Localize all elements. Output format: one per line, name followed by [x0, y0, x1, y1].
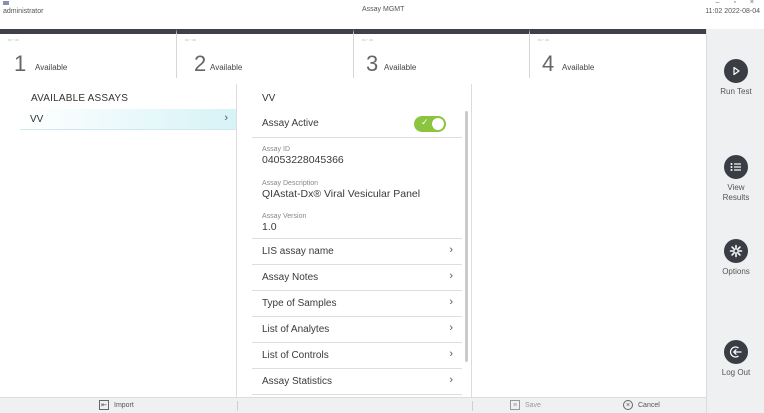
- chevron-right-icon: ›: [449, 374, 453, 386]
- view-results-button[interactable]: View Results: [707, 155, 764, 203]
- info-divider: [252, 213, 462, 239]
- module-number: 1: [14, 51, 27, 76]
- module-indicator-icon: ▭◦▭: [185, 37, 197, 42]
- row-label: Assay Statistics: [262, 376, 333, 387]
- module-3[interactable]: ▭◦▭ 3 Available: [354, 29, 530, 78]
- row-assay-notes[interactable]: Assay Notes ›: [252, 265, 462, 291]
- assay-item-name: VV: [30, 114, 44, 125]
- assay-detail-title: VV: [262, 93, 276, 104]
- module-indicator-icon: ▭◦▭: [8, 37, 20, 42]
- current-user: administrator: [3, 8, 44, 15]
- module-strip: ▭◦▭ 1 Available ▭◦▭ 2 Available ▭◦▭ 3 Av…: [0, 29, 706, 78]
- module-status: Available: [35, 63, 68, 72]
- assay-description-label: Assay Description: [262, 180, 319, 187]
- log-out-label: Log Out: [721, 368, 751, 377]
- row-list-of-analytes[interactable]: List of Analytes ›: [252, 317, 462, 343]
- list-icon: [724, 155, 748, 179]
- row-label: List of Analytes: [262, 324, 330, 335]
- row-label: Type of Samples: [262, 298, 337, 309]
- cancel-button[interactable]: × Cancel: [623, 400, 660, 410]
- row-type-of-samples[interactable]: Type of Samples ›: [252, 291, 462, 317]
- assay-active-label: Assay Active: [262, 118, 319, 129]
- play-icon: [724, 59, 748, 83]
- row-assay-statistics[interactable]: Assay Statistics ›: [252, 369, 462, 395]
- import-icon: ⇤: [99, 400, 109, 410]
- available-assays-title: AVAILABLE ASSAYS: [31, 93, 129, 104]
- chevron-right-icon: ›: [449, 348, 453, 360]
- save-button[interactable]: ≡ Save: [510, 400, 541, 410]
- module-status: Available: [210, 63, 243, 72]
- gear-icon: [724, 239, 748, 263]
- module-indicator-icon: ▭◦▭: [362, 37, 374, 42]
- detail-scrollbar[interactable]: [465, 111, 468, 362]
- toggle-knob: [432, 118, 444, 130]
- window-title: Assay MGMT: [362, 6, 405, 13]
- options-label: Options: [722, 267, 750, 276]
- module-1[interactable]: ▭◦▭ 1 Available: [0, 29, 177, 78]
- import-label: Import: [114, 401, 134, 409]
- cancel-label: Cancel: [638, 401, 660, 409]
- assay-description-value: QIAstat-Dx® Viral Vesicular Panel: [262, 188, 421, 200]
- cancel-icon: ×: [623, 400, 633, 410]
- module-number: 2: [194, 51, 207, 76]
- available-assays-pane: AVAILABLE ASSAYS VV ›: [0, 84, 237, 397]
- module-status: Available: [384, 63, 417, 72]
- footer-divider: [472, 401, 473, 411]
- log-out-button[interactable]: Log Out: [707, 340, 764, 378]
- assay-item-vv[interactable]: VV ›: [20, 109, 236, 130]
- assay-active-toggle[interactable]: ✓: [414, 116, 446, 132]
- module-number: 4: [542, 51, 555, 76]
- run-test-label: Run Test: [720, 87, 752, 96]
- save-label: Save: [525, 401, 541, 409]
- import-button[interactable]: ⇤ Import: [99, 400, 134, 410]
- action-sidebar: Run Test View Results Options Log Out: [706, 29, 764, 413]
- module-indicator-icon: ▭◦▭: [538, 37, 550, 42]
- module-4[interactable]: ▭◦▭ 4 Available: [530, 29, 706, 78]
- options-button[interactable]: Options: [707, 239, 764, 277]
- app-logo-icon: [3, 1, 9, 5]
- footer-divider: [237, 401, 238, 411]
- logout-icon: [724, 340, 748, 364]
- module-number: 3: [366, 51, 379, 76]
- chevron-right-icon: ›: [449, 296, 453, 308]
- assay-id-value: 04053228045366: [262, 154, 344, 166]
- footer-bar: ⇤ Import ≡ Save × Cancel: [0, 397, 706, 413]
- chevron-right-icon: ›: [449, 270, 453, 282]
- assay-active-row: Assay Active ✓: [252, 109, 462, 138]
- assay-id-label: Assay ID: [262, 146, 291, 153]
- row-label: LIS assay name: [262, 246, 334, 257]
- check-icon: ✓: [421, 117, 429, 127]
- row-label: Assay Notes: [262, 272, 319, 283]
- chevron-right-icon: ›: [224, 112, 228, 124]
- window-controls[interactable]: – ▫ ×: [716, 0, 760, 6]
- row-lis-assay-name[interactable]: LIS assay name ›: [252, 239, 462, 265]
- clock: 11:02 2022-08-04: [705, 8, 760, 15]
- assay-description-block: Assay Description QIAstat-Dx® Viral Vesi…: [262, 180, 420, 200]
- title-bar: administrator Assay MGMT – ▫ × 11:02 202…: [0, 0, 764, 16]
- row-label: List of Controls: [262, 350, 329, 361]
- module-status: Available: [562, 63, 595, 72]
- chevron-right-icon: ›: [449, 322, 453, 334]
- view-results-label: View Results: [722, 183, 750, 202]
- row-list-of-controls[interactable]: List of Controls ›: [252, 343, 462, 369]
- module-2[interactable]: ▭◦▭ 2 Available: [177, 29, 354, 78]
- chevron-right-icon: ›: [449, 244, 453, 256]
- assay-id-block: Assay ID 04053228045366: [262, 146, 344, 166]
- save-icon: ≡: [510, 400, 520, 410]
- assay-detail-pane: VV Assay Active ✓ Assay ID 0405322804536…: [237, 84, 472, 397]
- run-test-button[interactable]: Run Test: [707, 59, 764, 97]
